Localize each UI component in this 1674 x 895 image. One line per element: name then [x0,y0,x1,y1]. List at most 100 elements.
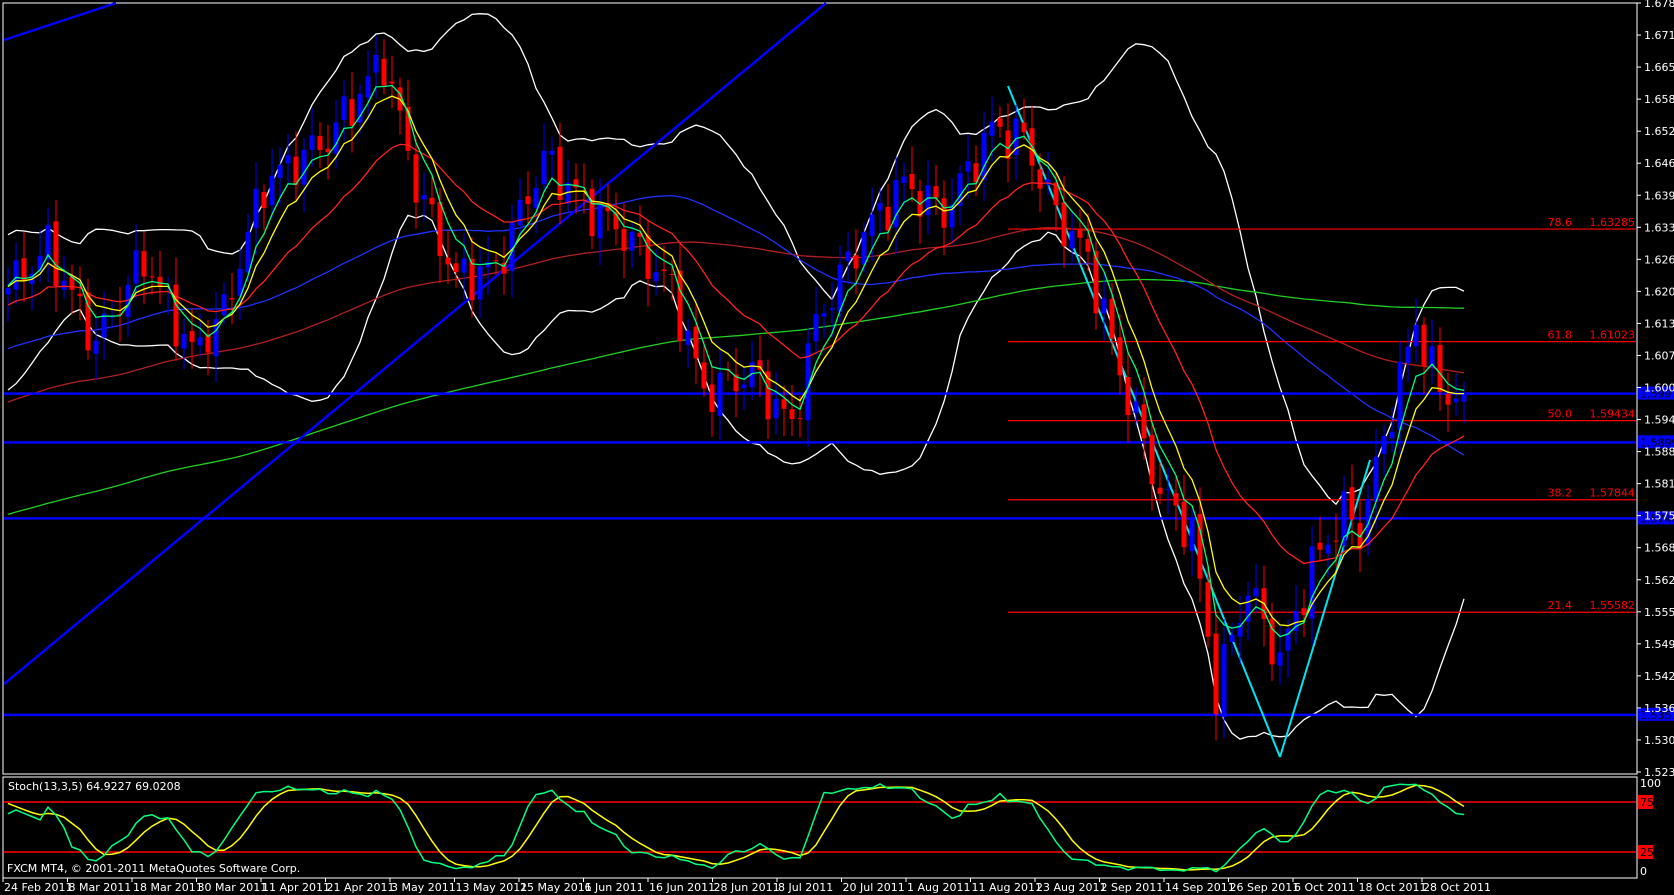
bearish-candle [525,196,531,205]
bullish-candle [341,96,347,121]
price-tick-label: 1.55590 [1644,606,1674,619]
bearish-candle [349,99,355,126]
price-tick-label: 1.64610 [1644,157,1674,170]
bearish-candle [1317,542,1323,550]
date-tick-label: 13 May 2011 [456,881,528,894]
bullish-candle [869,214,875,237]
bullish-candle [309,135,315,150]
stochastic-panel[interactable] [4,783,1636,873]
price-tick-label: 1.62030 [1644,285,1674,298]
bullish-candle [541,150,547,185]
trendline-upper [3,1,117,42]
bearish-candle [677,270,683,342]
bearish-candle [437,202,443,256]
price-tick-label: 1.61390 [1644,317,1674,330]
bearish-candle [445,257,451,265]
bearish-candle [1333,540,1339,542]
price-tick-label: 1.62670 [1644,253,1674,266]
bullish-candle [1277,652,1283,666]
bullish-candle [717,372,723,416]
price-tick-label: 1.53650 [1644,702,1674,715]
bearish-candle [1021,122,1027,133]
bullish-candle [421,195,427,200]
bullish-candle [1397,361,1403,431]
bearish-candle [1117,337,1123,376]
date-tick-label: 20 Jul 2011 [843,881,905,894]
fibonacci-level-price: 1.63285 [1590,216,1636,229]
bearish-candle [381,58,387,86]
bearish-candle [701,362,707,389]
bullish-candle [1189,517,1195,552]
indicator-label: Stoch(13,3,5) 64.9227 69.0208 [8,780,181,793]
bullish-candle [5,288,11,295]
bearish-candle [1205,582,1211,637]
bullish-candle [653,272,659,282]
bearish-candle [1037,169,1043,189]
bearish-candle [941,198,947,228]
bullish-candle [1405,346,1411,363]
bullish-candle [533,188,539,208]
bullish-candle [93,340,99,354]
price-tick-label: 1.60090 [1644,382,1674,395]
bullish-candle [181,333,187,349]
bullish-candle [597,204,603,239]
bearish-candle [853,255,859,269]
bullish-candle [133,250,139,284]
copyright-label: FXCM MT4, © 2001-2011 MetaQuotes Softwar… [7,862,300,875]
bearish-candle [1349,487,1355,520]
bearish-candle [1061,202,1067,247]
price-tick-label: 1.67190 [1644,29,1674,42]
stoch-tick-label: 75 [1640,796,1654,809]
price-tick-label: 1.67830 [1644,0,1674,10]
bearish-candle [1157,487,1163,494]
bullish-candle [989,121,995,136]
bullish-candle [277,165,283,178]
price-tick-label: 1.60730 [1644,349,1674,362]
bearish-candle [493,260,499,262]
bearish-candle [1125,377,1131,416]
bearish-candle [53,221,59,287]
date-tick-label: 11 Apr 2011 [262,881,330,894]
bullish-candle [549,150,555,155]
bearish-candle [453,263,459,273]
fibonacci-level-price: 1.61023 [1590,329,1636,342]
bullish-candle [821,313,827,317]
bullish-candle [773,398,779,419]
bearish-candle [669,274,675,276]
date-tick-label: 11 Aug 2011 [972,881,1042,894]
trendline-diagonal [3,2,827,685]
bullish-candle [629,231,635,251]
bullish-candle [285,155,291,164]
bullish-candle [221,294,227,316]
bullish-candle [981,132,987,180]
bearish-candle [589,188,595,237]
bullish-candle [861,232,867,265]
price-tick-label: 1.66550 [1644,61,1674,74]
date-tick-label: 30 Mar 2011 [198,881,268,894]
price-tick-label: 1.65890 [1644,93,1674,106]
date-tick-label: 14 Sep 2011 [1165,881,1235,894]
date-tick-label: 28 Oct 2011 [1423,881,1491,894]
price-tick-label: 1.59450 [1644,414,1674,427]
bearish-candle [1421,324,1427,367]
bollinger-lower-band [7,214,1465,740]
date-tick-label: 1 Aug 2011 [907,881,970,894]
bearish-candle [885,206,891,231]
date-tick-label: 6 Jun 2011 [585,881,644,894]
price-panel[interactable]: 78.6 1.63285 61.8 1.61023 50.0 1.59434 38.2 1.5… [3,1,1636,758]
bearish-candle [1213,633,1219,715]
bullish-candle [245,231,251,273]
bullish-candle [1453,398,1459,403]
bearish-candle [797,418,803,420]
trading-chart[interactable]: 78.6 1.6328561.8 1.6102350.0 1.5943438.2 1.5… [0,0,1674,895]
date-tick-label: 6 Oct 2011 [1294,881,1355,894]
bearish-candle [781,399,787,409]
fibonacci-level-percent: 38.2 [1548,487,1573,500]
bullish-candle [845,251,851,261]
bearish-candle [413,154,419,203]
bullish-candle [1413,324,1419,347]
bearish-candle [173,284,179,347]
bullish-candle [1069,230,1075,249]
bullish-candle [1325,544,1331,554]
bearish-candle [709,384,715,413]
